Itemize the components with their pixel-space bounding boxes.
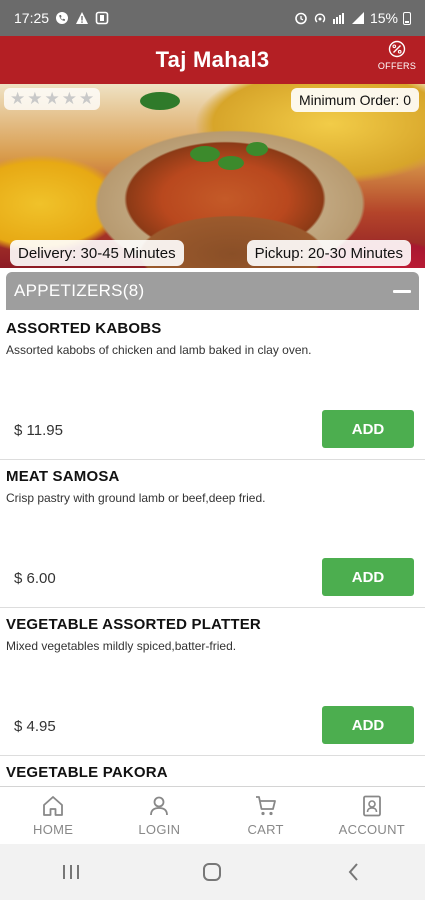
app-header: Taj Mahal3 OFFERS	[0, 36, 425, 84]
battery-icon	[403, 11, 411, 25]
home-system-button[interactable]	[182, 852, 242, 892]
user-icon	[150, 796, 169, 816]
nav-cart[interactable]: CART	[213, 787, 319, 844]
item-name: MEAT SAMOSA	[6, 468, 120, 485]
garnish-decoration	[140, 92, 180, 110]
nav-label: CART	[247, 822, 284, 837]
collapse-icon[interactable]	[393, 289, 411, 293]
battery-percent: 15%	[369, 10, 398, 26]
nav-home[interactable]: HOME	[0, 787, 106, 844]
nav-label: LOGIN	[138, 822, 181, 837]
system-nav-bar	[0, 844, 425, 900]
menu-item: VEGETABLE PAKORA	[0, 756, 425, 786]
add-button[interactable]: ADD	[322, 706, 414, 744]
volte-icon	[332, 13, 344, 24]
offers-label: OFFERS	[377, 61, 417, 71]
phone-icon	[56, 12, 69, 24]
star-icon: ★	[10, 89, 26, 108]
item-description: Mixed vegetables mildly spiced,batter-fr…	[6, 639, 237, 653]
garnish-decoration	[190, 146, 220, 162]
item-price: $ 4.95	[14, 718, 56, 735]
home-circle-icon	[203, 863, 222, 881]
star-icon: ★	[79, 89, 95, 108]
hotspot-icon	[314, 13, 326, 23]
menu-item: ASSORTED KABOBS Assorted kabobs of chick…	[0, 312, 425, 460]
nav-account[interactable]: ACCOUNT	[319, 787, 425, 844]
item-description: Crisp pastry with ground lamb or beef,de…	[6, 491, 266, 505]
item-price: $ 6.00	[14, 570, 56, 587]
cart-icon	[255, 796, 276, 816]
menu-item: MEAT SAMOSA Crisp pastry with ground lam…	[0, 460, 425, 608]
alert-icon	[76, 12, 89, 24]
menu-list: ASSORTED KABOBS Assorted kabobs of chick…	[0, 312, 425, 786]
garnish-decoration	[218, 156, 244, 170]
status-right: 15%	[294, 10, 411, 26]
signal-icon	[351, 12, 364, 24]
item-price: $ 11.95	[14, 422, 63, 439]
back-button[interactable]	[324, 852, 384, 892]
offers-button[interactable]: OFFERS	[375, 40, 419, 80]
notification-icon	[95, 11, 109, 25]
recent-apps-icon	[62, 865, 79, 879]
hero-image: ★ ★ ★ ★ ★ Minimum Order: 0 Delivery: 30-…	[0, 84, 425, 268]
bottom-nav: HOME LOGIN CART ACCOUNT	[0, 786, 425, 844]
menu-item: VEGETABLE ASSORTED PLATTER Mixed vegetab…	[0, 608, 425, 756]
star-icon: ★	[27, 89, 43, 108]
status-bar: 17:25 15%	[0, 0, 425, 36]
garnish-decoration	[246, 142, 268, 156]
rating-stars: ★ ★ ★ ★ ★	[4, 88, 101, 110]
item-name: VEGETABLE ASSORTED PLATTER	[6, 616, 261, 633]
nav-label: ACCOUNT	[338, 822, 406, 837]
add-button[interactable]: ADD	[322, 410, 414, 448]
offers-icon	[388, 40, 406, 58]
add-button[interactable]: ADD	[322, 558, 414, 596]
nav-login[interactable]: LOGIN	[106, 787, 212, 844]
star-icon: ★	[44, 89, 60, 108]
minimum-order-badge: Minimum Order: 0	[290, 88, 419, 112]
item-description: Assorted kabobs of chicken and lamb bake…	[6, 343, 312, 357]
pickup-time-badge: Pickup: 20-30 Minutes	[246, 240, 411, 266]
status-time: 17:25	[14, 10, 50, 26]
item-name: ASSORTED KABOBS	[6, 320, 162, 337]
star-icon: ★	[61, 89, 77, 108]
category-header[interactable]: APPETIZERS(8)	[6, 272, 419, 310]
status-left: 17:25	[14, 10, 109, 26]
restaurant-title: Taj Mahal3	[155, 47, 270, 72]
nav-label: HOME	[33, 822, 74, 837]
delivery-time-badge: Delivery: 30-45 Minutes	[10, 240, 184, 266]
back-icon	[348, 863, 358, 881]
recent-apps-button[interactable]	[41, 852, 101, 892]
alarm-icon	[295, 12, 307, 25]
item-name: VEGETABLE PAKORA	[6, 764, 168, 781]
category-title: APPETIZERS(8)	[14, 281, 145, 300]
account-icon	[362, 795, 381, 817]
home-icon	[43, 796, 64, 816]
